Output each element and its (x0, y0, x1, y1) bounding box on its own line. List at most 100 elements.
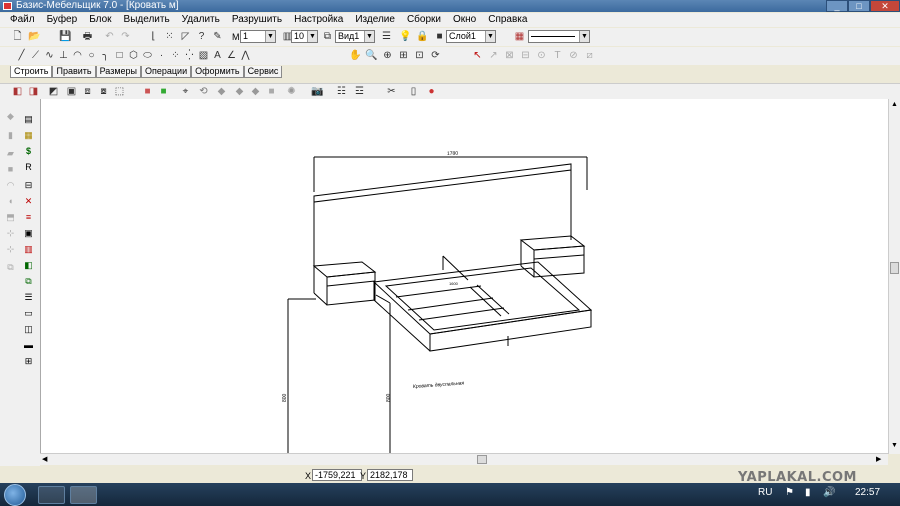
panel-gray4-icon[interactable]: ■ (4, 163, 17, 176)
thickness-select[interactable]: 10 ▼ (291, 30, 318, 43)
taskbar-app-button[interactable] (70, 486, 97, 504)
horizontal-scroll-thumb[interactable] (477, 455, 487, 464)
angle-icon[interactable]: ∠ (224, 49, 239, 63)
view-select[interactable]: Вид1 ▼ (335, 30, 375, 43)
view-wire-icon[interactable]: ⧈ (80, 85, 95, 99)
hatch-icon[interactable]: ▧ (196, 49, 211, 63)
gray-box-icon[interactable]: ■ (264, 85, 279, 99)
pointer-icon[interactable]: ↖ (470, 49, 485, 63)
left-tool-15[interactable]: ▬ (22, 339, 35, 352)
view-front-icon[interactable]: ◧ (10, 85, 25, 99)
menu-product[interactable]: Изделие (349, 13, 401, 27)
left-tool-10[interactable]: ◧ (22, 259, 35, 272)
zoom-extent-icon[interactable]: ⊞ (396, 49, 411, 63)
y-coord-field[interactable]: 2182,178 (367, 469, 413, 481)
menu-file[interactable]: Файл (4, 13, 41, 27)
left-tool-5[interactable]: ⊟ (22, 179, 35, 192)
snap-center-icon[interactable]: ⊙ (534, 49, 549, 63)
tray-flag-icon[interactable]: ⚑ (785, 487, 794, 498)
minimize-button[interactable]: _ (826, 0, 848, 12)
point-grid-icon[interactable]: ⁘ (168, 49, 183, 63)
new-file-icon[interactable]: 🗋 (10, 30, 25, 44)
scroll-right-arrow-icon[interactable]: ▶ (876, 455, 881, 463)
tab-edit[interactable]: Править (52, 66, 96, 78)
view-iso-icon[interactable]: ▣ (64, 85, 79, 99)
grid-icon[interactable]: ⁙ (162, 30, 177, 44)
left-tool-8[interactable]: ▣ (22, 227, 35, 240)
circle-icon[interactable]: ○ (84, 49, 99, 63)
left-tool-13[interactable]: ▭ (22, 307, 35, 320)
cut-layout-icon[interactable]: ▯ (406, 85, 421, 99)
view-hidden-icon[interactable]: ⧇ (96, 85, 111, 99)
axis-icon[interactable]: ⌖ (178, 85, 193, 99)
tray-network-icon[interactable]: ▮ (805, 487, 811, 498)
open-folder-icon[interactable]: 📂 (27, 30, 42, 44)
ellipse-icon[interactable]: ⬭ (140, 49, 155, 63)
text-icon[interactable]: A (210, 49, 225, 63)
snap-icon[interactable]: ⌊ (146, 30, 161, 44)
shade-icon[interactable]: ◆ (214, 85, 229, 99)
drawing-canvas[interactable]: 1780 1600 800 800 Кровать двуспальная (40, 99, 888, 453)
rotate-icon[interactable]: ⟲ (196, 85, 211, 99)
menu-explode[interactable]: Разрушить (226, 13, 288, 27)
tab-service[interactable]: Сервис (243, 66, 283, 78)
zoom-icon[interactable]: 🔍 (364, 49, 379, 63)
layer-props-icon[interactable]: ☲ (352, 85, 367, 99)
materials-icon[interactable]: ● (424, 85, 439, 99)
profile-gray-icon[interactable]: ⬒ (4, 211, 17, 224)
start-button[interactable] (4, 484, 26, 506)
shade2-icon[interactable]: ◆ (232, 85, 247, 99)
tray-volume-icon[interactable]: 🔊 (823, 487, 835, 498)
bend-gray-icon[interactable]: ◠ (4, 179, 17, 192)
left-tool-3[interactable]: $ (22, 145, 35, 158)
bisector-icon[interactable]: ⋀ (238, 49, 253, 63)
left-tool-6[interactable]: ✕ (22, 195, 35, 208)
panel-gray-icon[interactable]: ◆ (4, 110, 17, 123)
scroll-up-arrow-icon[interactable]: ▲ (891, 101, 898, 108)
left-tool-14[interactable]: ◫ (22, 323, 35, 336)
view-top-icon[interactable]: ◨ (26, 85, 41, 99)
camera-icon[interactable]: 📷 (310, 85, 325, 99)
fillet-icon[interactable]: ╮ (98, 49, 113, 63)
panel-gray3-icon[interactable]: ▰ (4, 147, 17, 160)
menu-block[interactable]: Блок (83, 13, 117, 27)
tab-dimensions[interactable]: Размеры (95, 66, 141, 78)
line-icon[interactable]: ╱ (14, 49, 29, 63)
scroll-left-arrow-icon[interactable]: ◀ (42, 455, 47, 463)
move-gray-icon[interactable]: ⊹ (4, 227, 17, 240)
left-tool-9[interactable]: ▥ (22, 243, 35, 256)
render-color-icon[interactable]: ■ (140, 85, 155, 99)
polygon-icon[interactable]: ⬡ (126, 49, 141, 63)
undo-icon[interactable]: ↶ (102, 30, 117, 44)
left-tool-16[interactable]: ⊞ (22, 355, 35, 368)
regen-icon[interactable]: ⟳ (428, 49, 443, 63)
close-button[interactable]: ✕ (870, 0, 900, 12)
help-query-icon[interactable]: ? (194, 30, 209, 44)
app-icon[interactable] (3, 2, 12, 10)
menu-select[interactable]: Выделить (118, 13, 176, 27)
zoom-prev-icon[interactable]: ⊡ (412, 49, 427, 63)
view-shaded-icon[interactable]: ⬚ (112, 85, 127, 99)
scissors-icon[interactable]: ✂ (384, 85, 399, 99)
horizontal-scrollbar[interactable]: ◀ ▶ (40, 453, 888, 465)
snap-mid-icon[interactable]: ⊟ (518, 49, 533, 63)
vertical-scroll-thumb[interactable] (890, 262, 899, 274)
color-palette-icon[interactable]: ▦ (512, 30, 527, 44)
pan-hand-icon[interactable]: ✋ (348, 49, 363, 63)
left-tool-12[interactable]: ☰ (22, 291, 35, 304)
tab-build[interactable]: Строить (10, 66, 53, 78)
polyline-icon[interactable]: ⟋ (28, 49, 43, 63)
snap-end-icon[interactable]: ⊠ (502, 49, 517, 63)
x-coord-field[interactable]: -1759,221 (312, 469, 362, 481)
arc-icon[interactable]: ◠ (70, 49, 85, 63)
move2-gray-icon[interactable]: ⊹ (4, 243, 17, 256)
lock-icon[interactable]: 🔒 (415, 30, 430, 44)
maximize-button[interactable]: □ (848, 0, 870, 12)
snap-perp-icon[interactable]: ⊘ (566, 49, 581, 63)
point-icon[interactable]: · (154, 49, 169, 63)
edit-object-icon[interactable]: ✎ (210, 30, 225, 44)
view-left-icon[interactable]: ◩ (46, 85, 61, 99)
copy-gray-icon[interactable]: ⧉ (4, 261, 17, 274)
language-indicator[interactable]: RU (758, 487, 772, 498)
menu-settings[interactable]: Настройка (288, 13, 349, 27)
